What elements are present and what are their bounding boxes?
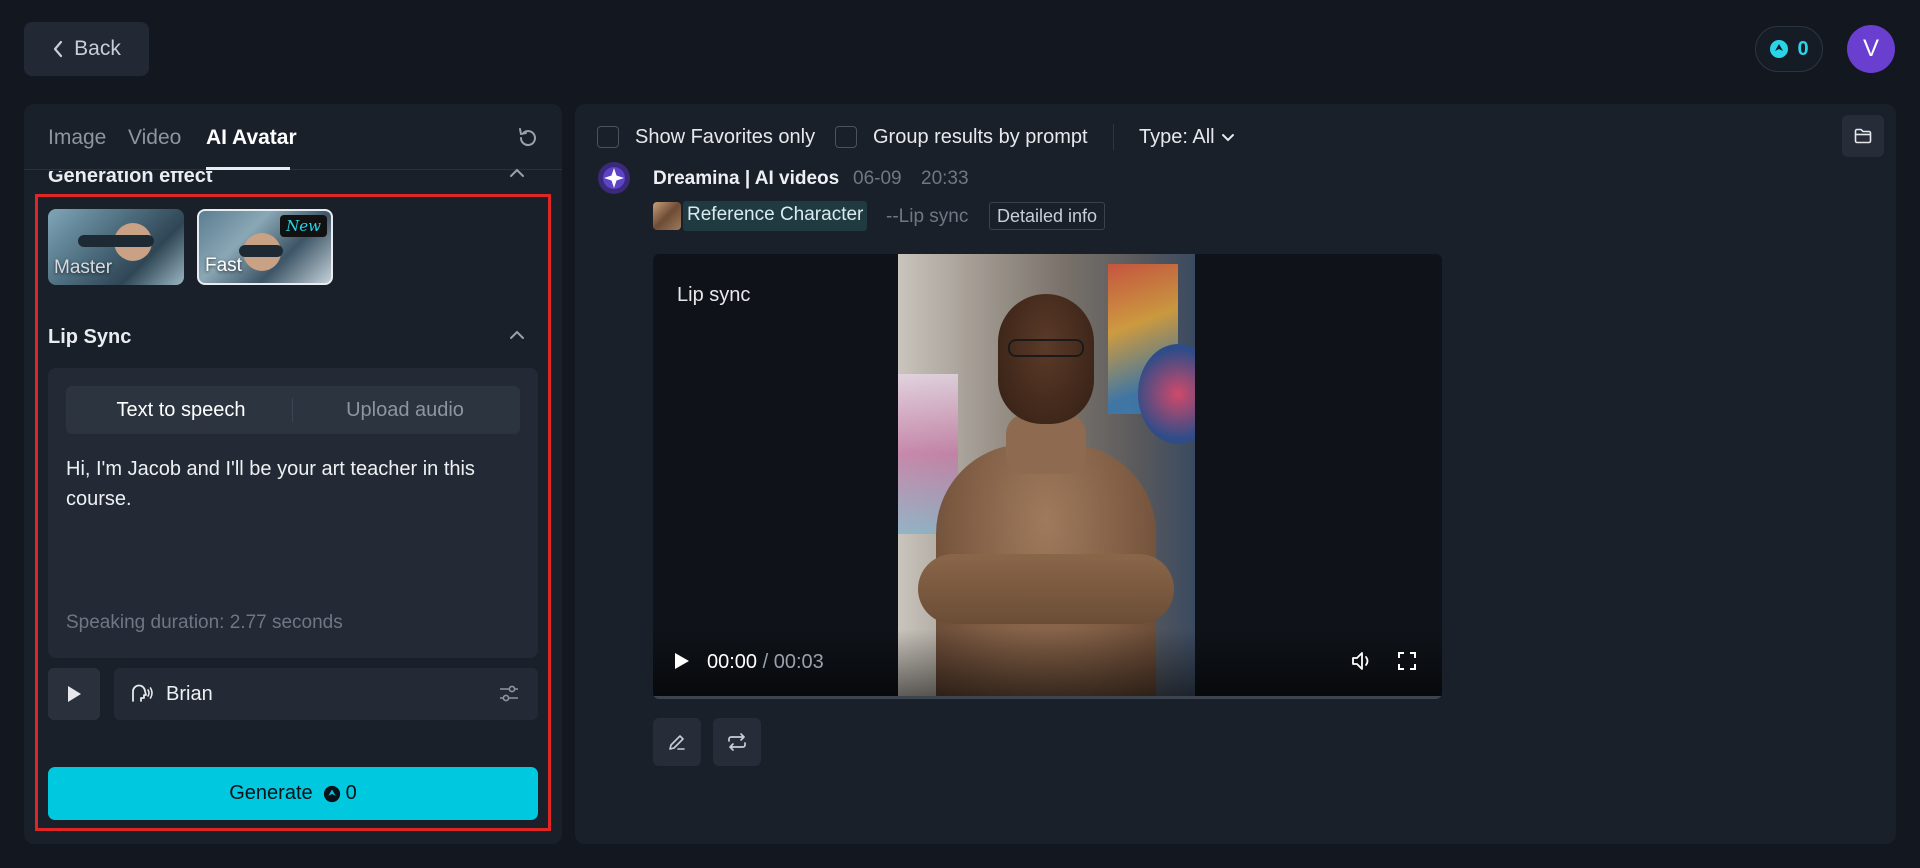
group-by-prompt-label[interactable]: Group results by prompt <box>873 126 1088 149</box>
type-filter-label: Type: All <box>1139 126 1215 148</box>
generate-label: Generate <box>229 782 313 804</box>
play-icon[interactable] <box>673 651 691 671</box>
folder-button[interactable] <box>1842 115 1884 157</box>
divider <box>1113 124 1114 150</box>
edit-button[interactable] <box>653 718 701 766</box>
play-icon <box>68 686 81 702</box>
video-progress-bar[interactable] <box>653 696 1442 699</box>
avatar-initial: V <box>1862 35 1879 62</box>
voice-selector[interactable]: Brian <box>114 668 538 720</box>
results-panel: Show Favorites only Group results by pro… <box>575 104 1896 844</box>
person-graphic <box>918 554 1174 624</box>
credits-count: 0 <box>1797 37 1809 60</box>
type-filter-dropdown[interactable]: Type: All <box>1139 126 1235 149</box>
text-to-speech-tab[interactable]: Text to speech <box>70 390 292 430</box>
group-by-prompt-checkbox[interactable] <box>835 126 857 148</box>
video-controls: 00:00 / 00:03 <box>653 629 1442 699</box>
back-label: Back <box>74 37 121 60</box>
fullscreen-icon[interactable] <box>1396 650 1418 672</box>
effect-option-master[interactable]: Master <box>48 209 184 285</box>
thumb-graphic <box>110 235 154 247</box>
preview-voice-button[interactable] <box>48 668 100 720</box>
generate-button[interactable]: Generate 0 <box>48 767 538 820</box>
tab-ai-avatar[interactable]: AI Avatar <box>206 126 297 150</box>
chevron-down-icon <box>1221 133 1234 141</box>
dreamina-logo-icon <box>598 162 630 194</box>
favorites-label[interactable]: Show Favorites only <box>635 126 815 149</box>
video-player[interactable]: Lip sync 00:00 / 00:03 <box>653 254 1442 699</box>
result-author: Dreamina | AI videos <box>653 168 840 189</box>
video-time: 00:00 / 00:03 <box>707 651 824 674</box>
pencil-icon <box>669 735 685 750</box>
result-time: 20:33 <box>921 168 969 189</box>
reference-character-chip[interactable]: Reference Character <box>683 201 868 231</box>
chevron-up-icon[interactable] <box>508 164 526 182</box>
mode-tabs: Image Video AI Avatar <box>24 104 562 170</box>
effect-option-label: Fast <box>205 255 242 276</box>
video-overlay-label: Lip sync <box>677 284 751 306</box>
tab-image[interactable]: Image <box>48 126 106 150</box>
new-badge: New <box>280 215 327 237</box>
back-button[interactable]: Back <box>24 22 149 76</box>
lip-sync-mode-switch: Text to speech Upload audio <box>66 386 520 434</box>
favorites-checkbox[interactable] <box>597 126 619 148</box>
speech-text-input[interactable]: Hi, I'm Jacob and I'll be your art teach… <box>66 454 506 514</box>
reset-icon[interactable] <box>516 126 540 150</box>
sliders-icon[interactable] <box>498 683 520 705</box>
generate-cost-value: 0 <box>345 782 357 804</box>
speaking-duration: Speaking duration: 2.77 seconds <box>66 612 343 633</box>
thumb-graphic <box>239 245 283 257</box>
upload-audio-tab[interactable]: Upload audio <box>294 390 516 430</box>
left-panel: Image Video AI Avatar Generation effect … <box>24 104 562 844</box>
user-avatar[interactable]: V <box>1847 25 1895 73</box>
tab-video[interactable]: Video <box>128 126 181 150</box>
credits-badge[interactable]: 0 <box>1755 26 1823 72</box>
repeat-icon <box>728 733 746 751</box>
chevron-left-icon <box>54 40 63 58</box>
speaking-head-icon <box>132 684 153 702</box>
volume-icon[interactable] <box>1350 650 1374 672</box>
reference-thumbnail <box>653 202 681 230</box>
folder-icon <box>1854 128 1872 144</box>
lip-sync-card: Text to speech Upload audio Hi, I'm Jaco… <box>48 368 538 658</box>
chevron-up-icon[interactable] <box>508 326 526 344</box>
active-tab-indicator <box>206 167 290 170</box>
total-time: / 00:03 <box>762 651 824 673</box>
divider <box>292 398 293 422</box>
credit-icon <box>1770 40 1789 58</box>
effect-option-label: Master <box>54 257 113 278</box>
person-graphic <box>1008 339 1084 357</box>
current-time: 00:00 <box>707 651 758 673</box>
regenerate-button[interactable] <box>713 718 761 766</box>
detailed-info-button[interactable]: Detailed info <box>989 202 1106 230</box>
lip-sync-title: Lip Sync <box>48 326 132 348</box>
credit-icon <box>323 785 340 802</box>
generate-cost: 0 <box>323 782 357 805</box>
mode-tag: --Lip sync <box>886 206 969 227</box>
effect-option-fast[interactable]: New Fast <box>197 209 333 285</box>
result-date: 06-09 <box>853 168 902 189</box>
voice-name: Brian <box>166 683 213 705</box>
person-graphic <box>998 294 1094 424</box>
